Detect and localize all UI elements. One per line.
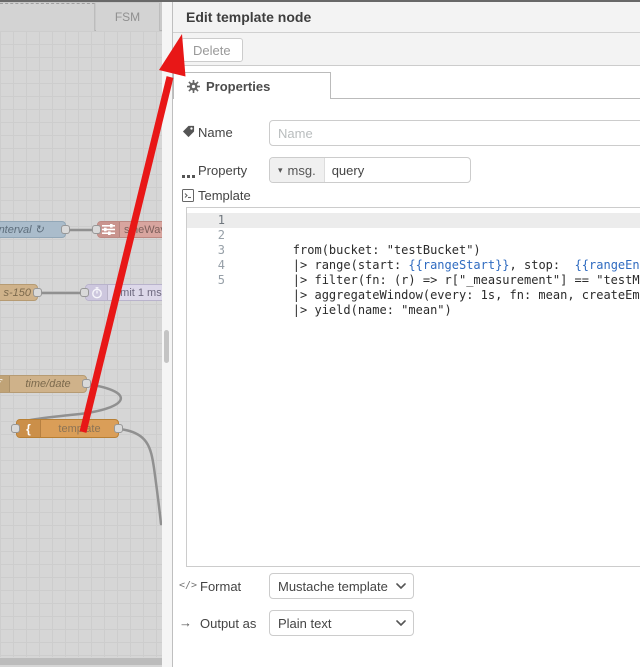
node-sinewave[interactable]: sineWave [97, 221, 162, 238]
node-s150-output-port[interactable] [33, 288, 42, 297]
edit-tray: Edit template node Delete Properties Nam… [172, 0, 640, 667]
node-timedate-output-port[interactable] [82, 379, 91, 388]
property-type-button[interactable]: ▾ msg. [270, 158, 325, 182]
code-text: |> yield(name: "mean") [292, 303, 452, 317]
code-line[interactable]: 3 |> filter(fn: (r) => r["_measurement"]… [187, 243, 640, 287]
caret-down-icon: ▾ [278, 164, 283, 175]
format-label: Format [200, 579, 242, 594]
tray-toolbar: Delete [173, 33, 640, 66]
ellipsis-icon [182, 166, 195, 184]
node-interval-output-port[interactable] [61, 225, 70, 234]
name-input[interactable] [269, 120, 640, 146]
node-template-input-port[interactable] [11, 424, 20, 433]
output-as-select-value: Plain text [278, 615, 332, 631]
line-number: 3 [217, 243, 225, 257]
line-number: 2 [217, 228, 225, 242]
flow-wires [14, 228, 162, 526]
function-icon: f [0, 376, 10, 392]
property-label: Property [198, 163, 248, 178]
property-typed-input[interactable]: ▾ msg. query [269, 157, 471, 183]
line-number: 1 [217, 213, 225, 227]
format-select[interactable]: Mustache template [269, 573, 414, 599]
node-red-editor: { "flow": { "tab2_label": "FSM", "nodes"… [0, 0, 640, 667]
node-s150-label: s-150 [3, 286, 31, 299]
tab-properties-label: Properties [206, 78, 271, 94]
code-line[interactable]: 2 |> range(start: {{rangeStart}}, stop: … [187, 228, 640, 272]
template-brace-icon: { [17, 420, 41, 437]
node-limit[interactable]: limit 1 ms [85, 284, 162, 301]
name-label: Name [198, 125, 233, 140]
code-text: |> aggregateWindow(every: 1s, fn: mean, … [292, 288, 640, 302]
tab-properties[interactable]: Properties [173, 72, 331, 99]
format-select-value: Mustache template [278, 578, 388, 594]
line-number: 4 [217, 258, 225, 272]
delete-button[interactable]: Delete [181, 38, 243, 62]
chevron-down-icon [396, 620, 406, 626]
workspace-tab-bar: FSM [0, 2, 162, 31]
editor-lines: 1 from(bucket: "testBucket") 2 |> range(… [187, 213, 640, 317]
node-template-label: template [58, 422, 101, 435]
property-type-prefix: msg. [287, 162, 316, 178]
node-template-output-port[interactable] [114, 424, 123, 433]
gear-icon [187, 79, 200, 93]
workspace-tab-fsm[interactable]: FSM [96, 3, 160, 31]
template-file-icon [182, 189, 194, 207]
stopwatch-icon [86, 285, 108, 300]
node-template[interactable]: { template [16, 419, 119, 438]
node-limit-label: limit 1 ms [115, 286, 162, 299]
property-value[interactable]: query [325, 158, 365, 182]
code-brackets-icon: </> [179, 580, 198, 591]
output-as-label: Output as [200, 616, 257, 631]
node-limit-input-port[interactable] [80, 288, 89, 297]
tray-header: Edit template node [173, 2, 640, 33]
node-interval[interactable]: interval ↻ [0, 221, 66, 238]
tray-title: Edit template node [186, 9, 312, 25]
node-sinewave-input-port[interactable] [92, 225, 101, 234]
arrow-right-icon: → [179, 615, 192, 630]
code-line[interactable]: 5 |> yield(name: "mean") [187, 273, 640, 317]
tag-icon [182, 125, 195, 143]
tab-row-border [331, 98, 640, 99]
code-line[interactable]: 1 from(bucket: "testBucket") [187, 213, 640, 257]
workspace-tab-1[interactable] [0, 3, 95, 31]
window-top-border [0, 0, 640, 2]
line-number: 5 [217, 273, 225, 287]
flow-workspace: FSM interval ↻ sineWave s-150 limit 1 ms [0, 0, 162, 667]
sinewave-icon [98, 222, 120, 237]
output-as-select[interactable]: Plain text [269, 610, 414, 636]
code-line[interactable]: 4 |> aggregateWindow(every: 1s, fn: mean… [187, 258, 640, 302]
node-sinewave-label: sineWave [124, 223, 162, 236]
node-timedate[interactable]: f time/date [0, 375, 87, 393]
vertical-scrollbar-thumb[interactable] [164, 330, 169, 363]
template-code-editor[interactable]: 1 from(bucket: "testBucket") 2 |> range(… [186, 207, 640, 567]
template-label: Template [198, 188, 251, 203]
workspace-bottom-scrollbar[interactable] [0, 658, 162, 665]
node-interval-label: interval ↻ [0, 224, 44, 236]
chevron-down-icon [396, 583, 406, 589]
panel-divider [162, 0, 172, 667]
node-timedate-label: time/date [25, 378, 71, 390]
